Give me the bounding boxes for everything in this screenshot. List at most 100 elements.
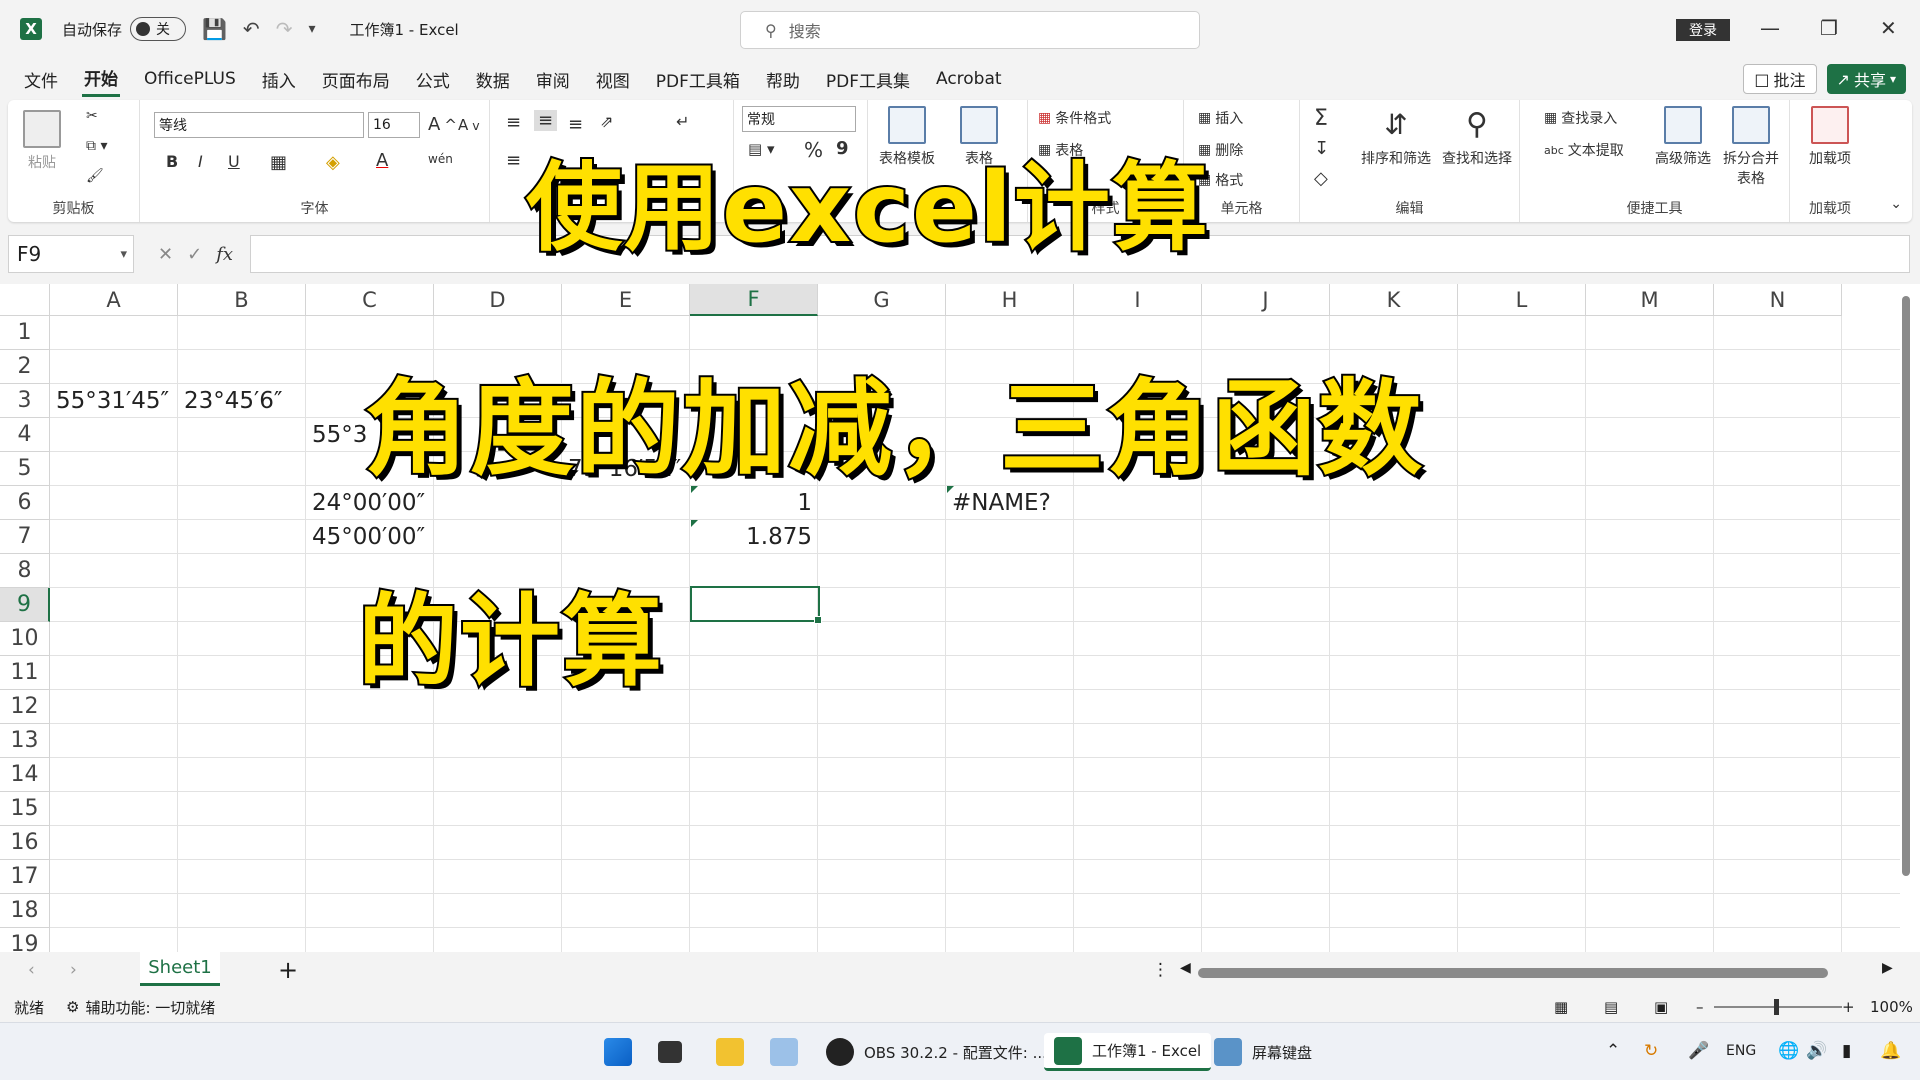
restore-icon[interactable]: ❐ [1820,16,1838,40]
find-select-button[interactable]: ⚲ 查找和选择 [1438,106,1516,168]
text-extract-button[interactable]: abc 文本提取 [1544,140,1624,160]
insert-function-button[interactable]: fx [216,244,233,265]
menu-tab-6[interactable]: 数据 [474,63,512,96]
decrease-font-icon[interactable]: Av [458,116,480,134]
italic-button[interactable]: I [198,152,203,171]
column-header[interactable]: B [178,284,306,316]
row-header[interactable]: 8 [0,554,50,588]
align-middle-icon[interactable]: ≡ [534,110,558,131]
share-button[interactable]: ↗ 共享 ▾ [1826,64,1906,94]
row-header[interactable]: 3 [0,384,50,418]
row-header[interactable]: 1 [0,316,50,350]
autosave-toggle[interactable]: 关 [130,17,187,41]
menu-tab-4[interactable]: 页面布局 [320,63,392,96]
microphone-icon[interactable]: 🎤 [1688,1041,1709,1061]
row-header[interactable]: 2 [0,350,50,384]
sheet-tab[interactable]: Sheet1 [140,952,220,986]
column-header[interactable]: N [1714,284,1842,316]
row-header[interactable]: 9 [0,588,50,622]
row-header[interactable]: 7 [0,520,50,554]
horizontal-scrollbar[interactable] [1198,968,1828,978]
insert-cells-button[interactable]: ▦ 插入 [1198,108,1243,128]
zoom-out-icon[interactable]: – [1696,998,1704,1016]
zoom-slider-thumb[interactable] [1774,999,1779,1015]
row-header[interactable]: 16 [0,826,50,860]
menu-tab-11[interactable]: PDF工具集 [824,63,912,96]
row-header[interactable]: 18 [0,894,50,928]
menu-tab-3[interactable]: 插入 [260,63,298,96]
row-header[interactable]: 15 [0,792,50,826]
orientation-icon[interactable]: ⇗ [600,112,613,131]
font-size-select[interactable]: 16 [368,112,420,138]
more-options-icon[interactable]: ⋮ [1152,960,1169,980]
photos-button[interactable] [770,1033,798,1071]
column-header[interactable]: K [1330,284,1458,316]
wrap-text-icon[interactable]: ↵ [676,112,689,131]
phonetic-icon[interactable]: wén [428,152,453,166]
cell-f7[interactable]: 1.875 [690,520,812,554]
minimize-icon[interactable]: — [1760,16,1780,40]
menu-tab-2[interactable]: OfficePLUS [142,65,238,93]
row-header[interactable]: 11 [0,656,50,690]
align-top-icon[interactable]: ≡ [506,112,521,133]
network-icon[interactable]: 🌐 [1778,1041,1799,1061]
language-indicator[interactable]: ENG [1726,1043,1756,1059]
split-merge-button[interactable]: 拆分合并表格 [1718,106,1784,188]
sync-icon[interactable]: ↻ [1644,1041,1658,1061]
scroll-left-icon[interactable]: ◀ [1180,960,1191,976]
row-header[interactable]: 19 [0,928,50,952]
search-input[interactable]: ⚲ 搜索 [740,11,1200,49]
login-button[interactable]: 登录 [1676,19,1730,41]
align-left-icon[interactable]: ≡ [506,150,521,171]
cell-c7[interactable]: 45°00′00″ [312,520,425,554]
task-view-button[interactable] [658,1033,682,1071]
number-format-select[interactable]: 常规 [742,106,856,132]
fill-icon[interactable]: ↧ [1314,138,1329,159]
menu-tab-1[interactable]: 开始 [82,61,120,97]
autosum-icon[interactable]: Σ [1314,106,1328,131]
row-header[interactable]: 17 [0,860,50,894]
volume-icon[interactable]: 🔊 [1806,1041,1827,1061]
cell-b3[interactable]: 23°45′6″ [184,384,282,418]
zoom-in-icon[interactable]: + [1842,998,1855,1016]
row-header[interactable]: 13 [0,724,50,758]
row-header[interactable]: 10 [0,622,50,656]
menu-tab-9[interactable]: PDF工具箱 [654,63,742,96]
column-header[interactable]: F [690,284,818,316]
menu-tab-7[interactable]: 审阅 [534,63,572,96]
menu-tab-0[interactable]: 文件 [22,63,60,96]
menu-tab-10[interactable]: 帮助 [764,63,802,96]
scroll-right-icon[interactable]: ▶ [1882,960,1893,976]
column-header[interactable]: C [306,284,434,316]
column-header[interactable]: M [1586,284,1714,316]
obs-taskbar-item[interactable]: OBS 30.2.2 - 配置文件: ... [826,1033,1047,1071]
column-header[interactable]: A [50,284,178,316]
row-header[interactable]: 5 [0,452,50,486]
menu-tab-5[interactable]: 公式 [414,63,452,96]
row-header[interactable]: 12 [0,690,50,724]
file-explorer-button[interactable] [716,1033,744,1071]
column-header[interactable]: D [434,284,562,316]
menu-tab-12[interactable]: Acrobat [934,65,1004,93]
conditional-format-button[interactable]: ▦ 条件格式 [1038,108,1111,128]
column-header[interactable]: I [1074,284,1202,316]
active-cell[interactable] [690,586,822,624]
row-header[interactable]: 6 [0,486,50,520]
tray-overflow-icon[interactable]: ⌃ [1606,1041,1620,1061]
column-header[interactable]: G [818,284,946,316]
enter-icon[interactable]: ✓ [187,244,202,265]
row-header[interactable]: 4 [0,418,50,452]
advanced-filter-button[interactable]: 高级筛选 [1650,106,1716,168]
cell-c4[interactable]: 55°3 [312,418,367,452]
underline-button[interactable]: U [228,152,240,171]
save-icon[interactable]: 💾 [202,17,227,41]
comments-button[interactable]: □ 批注 [1743,64,1817,94]
normal-view-icon[interactable]: ▦ [1554,998,1568,1016]
page-break-icon[interactable]: ▣ [1654,998,1668,1016]
fill-color-icon[interactable]: ◈ [326,152,340,173]
customize-qat-icon[interactable]: ▾ [308,21,315,37]
cut-icon[interactable]: ✂ [86,108,98,124]
page-layout-icon[interactable]: ▤ [1604,998,1618,1016]
name-box[interactable]: F9 ▾ [8,235,134,273]
row-header[interactable]: 14 [0,758,50,792]
